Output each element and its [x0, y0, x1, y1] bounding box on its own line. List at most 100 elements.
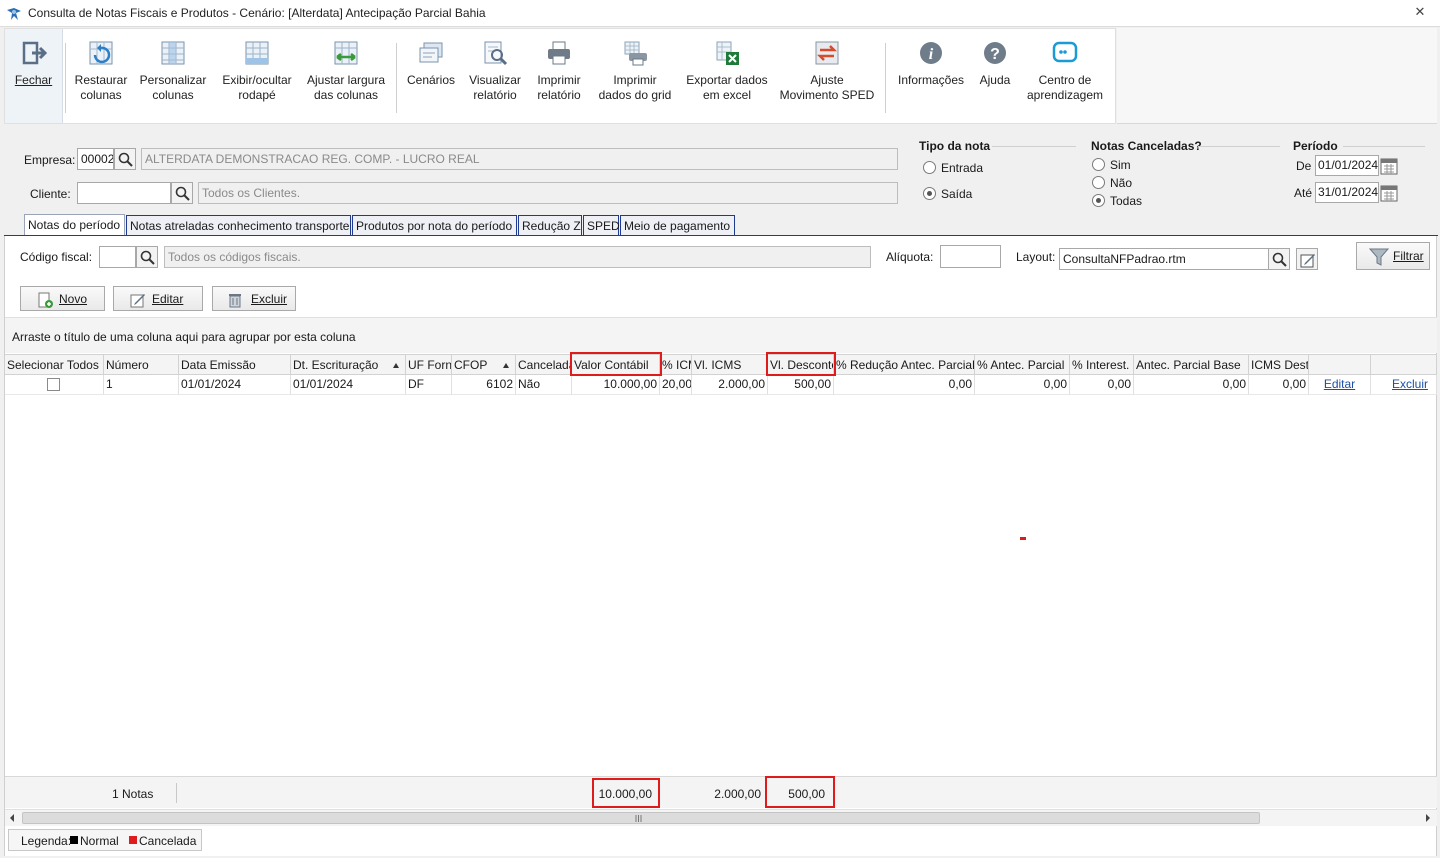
col-cancelada[interactable]: Cancelada [516, 354, 572, 375]
legend-normal-text: Normal [80, 834, 119, 848]
col-pct-icms[interactable]: % ICMS [660, 354, 692, 375]
cliente-name-field: Todos os Clientes. [198, 182, 898, 204]
calendar-icon[interactable] [1380, 183, 1398, 203]
cell-icms-dest: 0,00 [1249, 375, 1309, 395]
cell-pct-interest: 0,00 [1070, 375, 1134, 395]
codigo-fiscal-desc-field: Todos os códigos fiscais. [164, 246, 871, 268]
layout-search-button[interactable] [1268, 248, 1290, 270]
grid-footer: 1 Notas 10.000,00 2.000,00 500,00 [5, 776, 1437, 808]
tab-notas-atreladas[interactable]: Notas atreladas conhecimento transporte [126, 215, 351, 235]
search-icon [1272, 252, 1287, 267]
svg-text:?: ? [990, 46, 1000, 63]
tipo-saida-radio[interactable] [923, 187, 936, 200]
close-window-icon[interactable]: ✕ [1412, 4, 1428, 20]
imprimir-relatorio-button[interactable]: Imprimir relatório [529, 29, 589, 123]
layout-input[interactable]: ConsultaNFPadrao.rtm [1059, 248, 1269, 270]
col-dt-escrituracao[interactable]: Dt. Escrituração [291, 354, 406, 375]
canc-todas-radio[interactable] [1092, 194, 1105, 207]
sort-ascending-icon [393, 363, 399, 368]
info-icon: i [920, 42, 942, 64]
col-cfop-label: CFOP [454, 358, 488, 372]
exibir-ocultar-rodape-button[interactable]: Exibir/ocultar rodapé [217, 29, 297, 123]
row-excluir-link[interactable]: Excluir [1392, 377, 1428, 391]
imprimir-rel-label-1: Imprimir [537, 73, 581, 87]
novo-label: Novo [59, 292, 88, 306]
tab-sped[interactable]: SPED [583, 215, 620, 235]
canc-nao-label: Não [1110, 176, 1133, 190]
cell-numero: 1 [104, 375, 179, 395]
layout-edit-button[interactable] [1296, 248, 1318, 270]
filtrar-button[interactable]: Filtrar [1356, 242, 1430, 270]
row-select-cell[interactable] [5, 375, 104, 395]
codigo-fiscal-search-button[interactable] [136, 246, 158, 268]
ajuda-button[interactable]: ? Ajuda [971, 29, 1019, 123]
sort-ascending-icon [503, 363, 509, 368]
col-selecionar-todos[interactable]: Selecionar Todos [5, 354, 104, 375]
excel-export-icon [716, 41, 739, 65]
ajuste-movimento-sped-button[interactable]: Ajuste Movimento SPED [777, 29, 877, 123]
calendar-icon[interactable] [1380, 156, 1398, 176]
personalizar-colunas-button[interactable]: Personalizar colunas [137, 29, 209, 123]
restaurar-colunas-button[interactable]: Restaurar colunas [69, 29, 133, 123]
scroll-right-icon[interactable] [1424, 813, 1432, 823]
toolbar-separator [65, 43, 66, 113]
imprimir-dados-grid-button[interactable]: Imprimir dados do grid [595, 29, 675, 123]
periodo-ate-input[interactable]: 31/01/2024 [1315, 182, 1379, 203]
group-divider [1343, 146, 1425, 147]
visualizar-relatorio-button[interactable]: Visualizar relatório [465, 29, 525, 123]
restore-columns-icon [89, 41, 113, 65]
scroll-left-icon[interactable] [8, 813, 16, 823]
canc-sim-radio[interactable] [1092, 158, 1105, 171]
highlight-box-footer-valor-contabil [592, 778, 660, 808]
cell-vl-desconto: 500,00 [768, 375, 834, 395]
tab-reducao-z[interactable]: Redução Z [518, 215, 582, 235]
informacoes-button[interactable]: i Informações [893, 29, 969, 123]
tab-notas-periodo[interactable]: Notas do período [24, 214, 125, 236]
col-numero[interactable]: Número [104, 354, 179, 375]
centro-aprendizagem-button[interactable]: Centro de aprendizagem [1023, 29, 1107, 123]
tab-meio-pagamento[interactable]: Meio de pagamento [620, 215, 735, 235]
empresa-search-button[interactable] [114, 148, 136, 170]
col-cfop[interactable]: CFOP [452, 354, 516, 375]
grip-icon [635, 815, 642, 822]
periodo-title: Período [1293, 139, 1338, 153]
col-data-emissao[interactable]: Data Emissão [179, 354, 291, 375]
tipo-entrada-radio[interactable] [923, 161, 936, 174]
row-select-checkbox[interactable] [47, 378, 60, 391]
excluir-button[interactable]: Excluir [212, 286, 296, 311]
aliquota-input[interactable] [940, 245, 1001, 268]
col-pct-interest[interactable]: % Interest. [1070, 354, 1134, 375]
scrollbar-thumb[interactable] [22, 812, 1260, 824]
group-by-bar[interactable]: Arraste o título de uma coluna aqui para… [5, 317, 1437, 353]
fechar-button[interactable]: Fechar [5, 29, 63, 123]
horizontal-scrollbar[interactable] [5, 809, 1437, 826]
periodo-de-input[interactable]: 01/01/2024 [1315, 155, 1379, 176]
empresa-code-input[interactable]: 00002 [77, 148, 114, 170]
canc-nao-radio[interactable] [1092, 176, 1105, 189]
row-editar-link[interactable]: Editar [1324, 377, 1355, 391]
exportar-excel-button[interactable]: Exportar dados em excel [681, 29, 773, 123]
legend-cancelada-text: Cancelada [139, 834, 197, 848]
col-antec-parcial-base[interactable]: Antec. Parcial Base [1134, 354, 1249, 375]
col-vl-icms[interactable]: Vl. ICMS [692, 354, 768, 375]
col-uf-forn[interactable]: UF Forn [406, 354, 452, 375]
col-icms-destacado[interactable]: ICMS Destacado [1249, 354, 1309, 375]
cliente-code-input[interactable] [77, 182, 171, 204]
cliente-search-button[interactable] [171, 182, 193, 204]
cell-dt-escrituracao: 01/01/2024 [291, 375, 406, 395]
tab-produtos-nota[interactable]: Produtos por nota do período [352, 215, 517, 235]
col-pct-reducao[interactable]: % Redução Antec. Parcial [834, 354, 975, 375]
novo-button[interactable]: Novo [20, 286, 105, 311]
printer-icon [548, 41, 570, 65]
cenarios-button[interactable]: Cenários [403, 29, 459, 123]
toggle-footer-icon [245, 41, 269, 65]
cell-valor-contabil: 10.000,00 [572, 375, 660, 395]
fechar-label: Fechar [14, 73, 53, 87]
ajuste-label-1: Ajuste [810, 73, 844, 87]
col-pct-antec-parcial[interactable]: % Antec. Parcial [975, 354, 1070, 375]
codigo-fiscal-input[interactable] [99, 246, 136, 268]
editar-button[interactable]: Editar [113, 286, 203, 311]
help-icon: ? [984, 42, 1006, 64]
ajustar-largura-button[interactable]: Ajustar largura das colunas [303, 29, 389, 123]
restaurar-label-2: colunas [80, 88, 122, 102]
